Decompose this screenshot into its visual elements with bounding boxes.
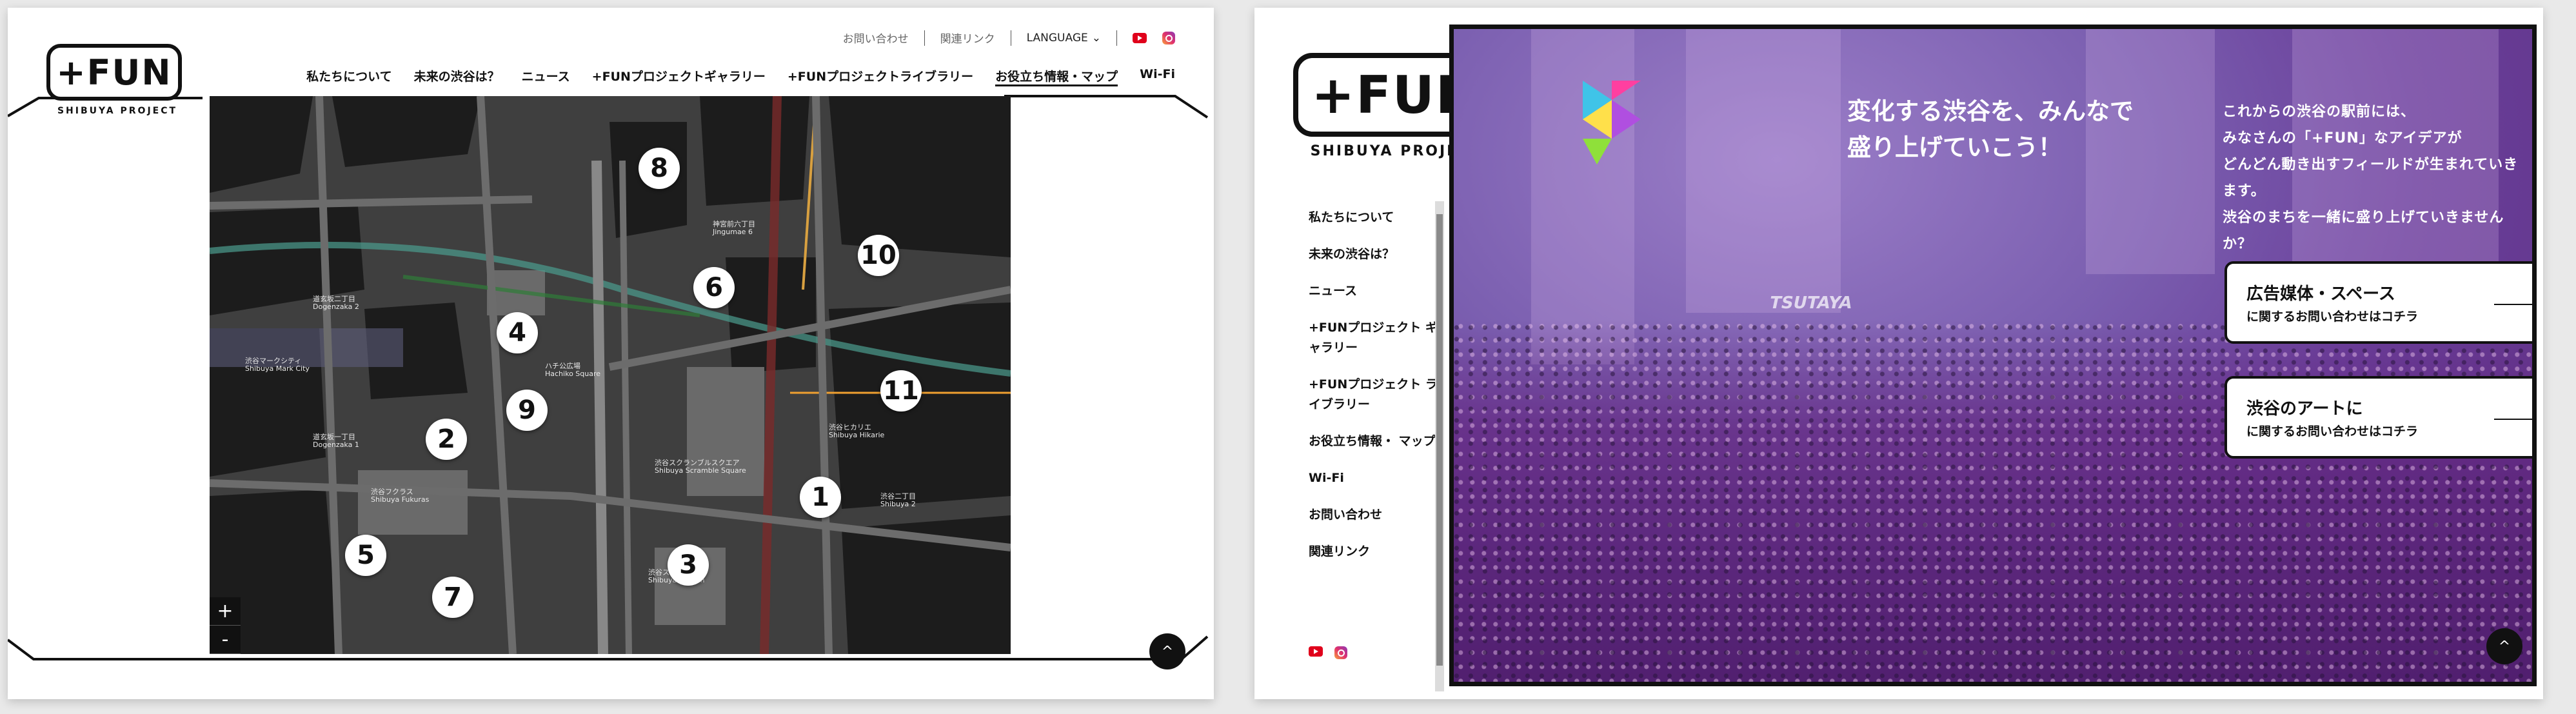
map-label: Shibuya Hikarie (829, 431, 885, 439)
scrollbar-thumb[interactable] (1436, 214, 1443, 666)
hero-tagline: 変化する渋谷を、みんなで 盛り上げていこう！ (1847, 94, 2134, 166)
youtube-icon[interactable] (1309, 646, 1323, 657)
cta-subtitle: に関するお問い合わせはコチラ (2246, 424, 2419, 439)
hero-description: これからの渋谷の駅前には、 みなさんの「+FUN」なアイデアが どんどん動き出す… (2223, 99, 2532, 257)
side-nav-scrollbar[interactable] (1435, 201, 1444, 691)
nav-item-future[interactable]: 未来の渋谷は？ (414, 67, 500, 86)
utility-nav: お問い合わせ 関連リンク LANGUAGE ⌄ (843, 30, 1175, 46)
brand-mark-icon (1583, 81, 1641, 164)
side-nav-map[interactable]: お役立ち情報・ マップ (1309, 431, 1444, 451)
map-marker-4[interactable]: 4 (497, 312, 538, 353)
map-label: Shibuya Mark City (245, 364, 310, 373)
side-nav-contact[interactable]: お問い合わせ (1309, 505, 1444, 525)
back-to-top-button[interactable]: ^ (2486, 628, 2522, 664)
contact-link[interactable]: お問い合わせ (843, 30, 909, 46)
side-nav-gallery[interactable]: +FUNプロジェクト ギャラリー (1309, 318, 1444, 358)
instagram-icon[interactable] (1334, 646, 1347, 659)
chevron-down-icon: ⌄ (1091, 31, 1101, 45)
arrow-right-icon (2494, 304, 2532, 305)
chevron-up-icon: ^ (2498, 638, 2511, 655)
related-links-link[interactable]: 関連リンク (940, 30, 995, 46)
language-select[interactable]: LANGUAGE ⌄ (1027, 32, 1101, 45)
divider (924, 30, 925, 46)
map-marker-8[interactable]: 8 (639, 148, 680, 189)
language-label: LANGUAGE (1026, 31, 1088, 45)
chevron-up-icon: ^ (1161, 643, 1174, 660)
arrow-right-icon (2494, 419, 2532, 420)
back-to-top-button[interactable]: ^ (1149, 633, 1185, 669)
side-nav: 私たちについて 未来の渋谷は？ ニュース +FUNプロジェクト ギャラリー +F… (1309, 208, 1444, 579)
description-line: どんどん動き出すフィールドが生まれていきます。 (2223, 157, 2519, 199)
side-nav-future[interactable]: 未来の渋谷は？ (1309, 244, 1444, 264)
hero-crowd (1454, 321, 2532, 682)
description-line: これからの渋谷の駅前には、 (2223, 104, 2416, 120)
map-marker-6[interactable]: 6 (693, 267, 735, 308)
map-label: Dogenzaka 2 (313, 302, 359, 311)
cta-title: 広告媒体・スペース (2246, 284, 2395, 304)
nav-item-library[interactable]: +FUNプロジェクトライブラリー (788, 67, 973, 86)
map-marker-10[interactable]: 10 (858, 235, 899, 276)
instagram-icon[interactable] (1162, 31, 1175, 45)
divider (1116, 30, 1117, 46)
hero-image: TSUTAYA 変化する渋谷を、みんなで 盛り上げていこう！ これからの渋谷の駅… (1449, 25, 2537, 686)
map-marker-2[interactable]: 2 (426, 419, 467, 460)
map-label: Shibuya Fukuras (371, 495, 430, 504)
cta-subtitle: に関するお問い合わせはコチラ (2246, 310, 2419, 324)
hero-sign: TSUTAYA (1767, 293, 1854, 313)
youtube-icon[interactable] (1133, 32, 1147, 43)
map-marker-3[interactable]: 3 (668, 544, 709, 586)
social-links (1309, 646, 1347, 659)
description-line: みなさんの「+FUN」なアイデアが (2223, 130, 2462, 146)
zoom-in-button[interactable]: + (210, 597, 241, 626)
main-nav: 私たちについて 未来の渋谷は？ ニュース +FUNプロジェクトギャラリー +FU… (306, 67, 1175, 86)
right-page: +FUN SHIBUYA PROJECT 私たちについて 未来の渋谷は？ ニュー… (1254, 8, 2543, 699)
site-logo[interactable]: +FUN SHIBUYA PROJECT (46, 44, 188, 121)
map-label: Shibuya 2 (880, 500, 916, 508)
nav-item-about[interactable]: 私たちについて (306, 67, 391, 86)
hero-building (1686, 29, 1841, 313)
map-marker-5[interactable]: 5 (345, 535, 386, 576)
zoom-out-button[interactable]: - (210, 626, 241, 654)
hero-building (1531, 29, 1634, 364)
area-map[interactable]: 渋谷マークシティ Shibuya Mark City 道玄坂二丁目 Dogenz… (210, 96, 1011, 654)
nav-item-news[interactable]: ニュース (522, 67, 570, 86)
side-nav-wifi[interactable]: Wi-Fi (1309, 468, 1444, 488)
map-marker-7[interactable]: 7 (432, 577, 473, 618)
nav-item-wifi[interactable]: Wi-Fi (1140, 67, 1175, 86)
description-line: 渋谷のまちを一緒に盛り上げていきませんか？ (2223, 210, 2504, 252)
map-marker-11[interactable]: 11 (880, 370, 922, 412)
logo-mark: +FUN (46, 44, 182, 101)
ad-space-contact-button[interactable]: 広告媒体・スペース に関するお問い合わせはコチラ (2224, 261, 2532, 344)
map-marker-1[interactable]: 1 (800, 477, 841, 518)
side-nav-about[interactable]: 私たちについて (1309, 208, 1444, 228)
tagline-line: 変化する渋谷を、みんなで (1847, 97, 2134, 125)
map-label: Hachiko Square (545, 370, 601, 378)
side-nav-library[interactable]: +FUNプロジェクト ライブラリー (1309, 375, 1444, 415)
map-label: Shibuya Scramble Square (655, 466, 746, 475)
nav-item-gallery[interactable]: +FUNプロジェクトギャラリー (592, 67, 766, 86)
map-marker-9[interactable]: 9 (506, 390, 548, 431)
art-contact-button[interactable]: 渋谷のアートに に関するお問い合わせはコチラ (2224, 376, 2532, 459)
side-nav-news[interactable]: ニュース (1309, 281, 1444, 301)
map-label: Dogenzaka 1 (313, 441, 359, 449)
logo-subtitle: SHIBUYA PROJECT (57, 106, 178, 116)
map-zoom-controls: + - (210, 597, 241, 654)
cta-title: 渋谷のアートに (2246, 399, 2363, 419)
nav-item-map[interactable]: お役立ち情報・マップ (995, 67, 1118, 86)
map-label: Jingumae 6 (713, 228, 753, 236)
tagline-line: 盛り上げていこう！ (1847, 134, 2062, 161)
side-nav-links[interactable]: 関連リンク (1309, 542, 1444, 562)
left-page: +FUN SHIBUYA PROJECT お問い合わせ 関連リンク LANGUA… (8, 8, 1214, 699)
